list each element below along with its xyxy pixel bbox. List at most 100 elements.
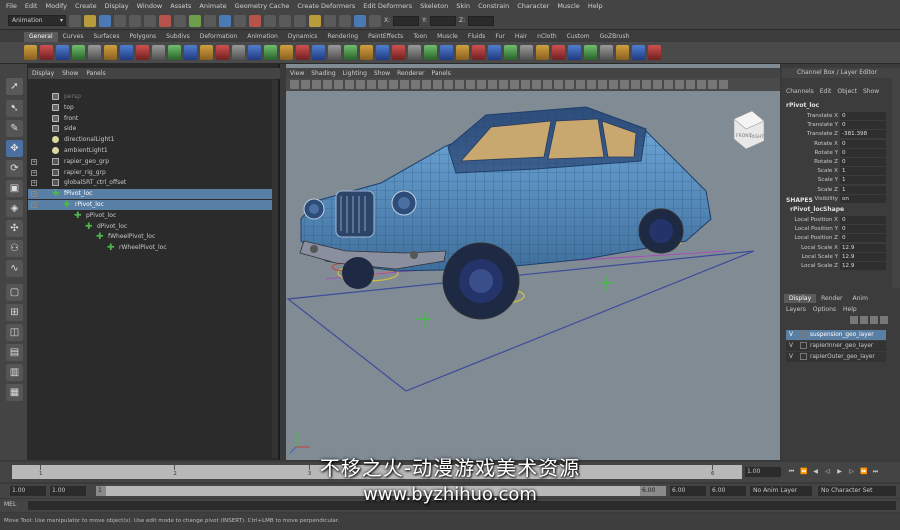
shelf-tool-icon[interactable] (536, 45, 549, 60)
shelf-tool-icon[interactable] (392, 45, 405, 60)
menu-muscle[interactable]: Muscle (557, 2, 580, 10)
viewport-toggle-icon[interactable] (345, 80, 354, 89)
single-pane-layout-icon[interactable]: ▢ (6, 284, 23, 301)
channel-attribute-row[interactable]: Local Scale X 12.9 (782, 243, 886, 253)
expand-icon[interactable]: + (31, 180, 37, 187)
outliner-item[interactable]: ambientLight1 (28, 146, 274, 156)
last-tool-icon[interactable]: ∿ (6, 260, 23, 277)
shelf-tab-surfaces[interactable]: Surfaces (88, 32, 124, 42)
attribute-value[interactable]: 1 (840, 176, 886, 185)
viewport-toggle-icon[interactable] (642, 80, 651, 89)
shelf-tool-icon[interactable] (72, 45, 85, 60)
viewport-toggle-icon[interactable] (378, 80, 387, 89)
shelf-tool-icon[interactable] (248, 45, 261, 60)
expand-icon[interactable]: + (31, 169, 37, 176)
shelf-tool-icon[interactable] (472, 45, 485, 60)
viewport-toggle-icon[interactable] (554, 80, 563, 89)
perspective-viewport[interactable]: View Shading Lighting Show Renderer Panels (286, 64, 780, 460)
shelf-tab-rendering[interactable]: Rendering (322, 32, 363, 42)
shelf-tool-icon[interactable] (280, 45, 293, 60)
menu-edit[interactable]: Edit (25, 2, 38, 10)
viewport-toggle-icon[interactable] (719, 80, 728, 89)
viewport-toggle-icon[interactable] (510, 80, 519, 89)
shelf-tool-icon[interactable] (600, 45, 613, 60)
shelf-tool-icon[interactable] (376, 45, 389, 60)
viewport-toggle-icon[interactable] (444, 80, 453, 89)
snap-point-icon[interactable] (279, 14, 291, 27)
channel-attribute-row[interactable]: Scale Y1 (782, 176, 886, 185)
viewport-toggle-icon[interactable] (532, 80, 541, 89)
menu-display[interactable]: Display (105, 2, 129, 10)
viewport-toggle-icon[interactable] (598, 80, 607, 89)
side-by-side-layout-icon[interactable]: ◫ (6, 324, 23, 341)
viewport-toggle-icon[interactable] (323, 80, 332, 89)
menu-character[interactable]: Character (517, 2, 549, 10)
viewport-toggle-icon[interactable] (631, 80, 640, 89)
viewport-toggle-icon[interactable] (488, 80, 497, 89)
viewport-menu-panels[interactable]: Panels (431, 70, 450, 77)
shelf-tab-subdivs[interactable]: Subdivs (161, 32, 195, 42)
mask-icon[interactable] (174, 14, 186, 27)
lasso-tool-icon[interactable]: ➷ (6, 100, 23, 117)
menu-constrain[interactable]: Constrain (478, 2, 509, 10)
channel-attribute-row[interactable]: Translate Z -381.398 (782, 130, 886, 139)
channel-attribute-row[interactable]: Translate X0 (782, 112, 886, 121)
shelf-tab-muscle[interactable]: Muscle (432, 32, 463, 42)
expand-icon[interactable]: + (31, 158, 37, 165)
outliner-item[interactable]: + rapier_geo_grp (28, 157, 274, 167)
y-field[interactable] (430, 15, 457, 26)
select-component-icon[interactable] (144, 14, 156, 27)
shelf-tool-icon[interactable] (488, 45, 501, 60)
save-scene-icon[interactable] (99, 14, 111, 27)
rotate-tool-icon[interactable]: ⟳ (6, 160, 23, 177)
shelf-tool-icon[interactable] (152, 45, 165, 60)
menu-window[interactable]: Window (137, 2, 163, 10)
channel-box-side-tab[interactable] (892, 68, 900, 288)
viewport-menu-shading[interactable]: Shading (311, 70, 335, 77)
select-hierarchy-icon[interactable] (114, 14, 126, 27)
layer-tab-display[interactable]: Display (784, 294, 817, 303)
outliner-item[interactable]: front (28, 114, 274, 124)
shelf-tool-icon[interactable] (56, 45, 69, 60)
viewport-menu-show[interactable]: Show (374, 70, 390, 77)
attribute-value[interactable]: 0 (840, 148, 886, 157)
shelf-tool-icon[interactable] (24, 45, 37, 60)
layer-menu-help[interactable]: Help (843, 306, 857, 313)
persp-outliner-layout-icon[interactable]: ▤ (6, 344, 23, 361)
viewport-toggle-icon[interactable] (664, 80, 673, 89)
shelf-tab-hair[interactable]: Hair (510, 32, 532, 42)
menu-set-dropdown[interactable]: Animation (8, 15, 66, 26)
viewport-toggle-icon[interactable] (301, 80, 310, 89)
attribute-value[interactable]: 12.9 (840, 252, 886, 261)
outliner-item[interactable]: - ✚ fPivot_loc (28, 189, 274, 200)
scale-tool-icon[interactable]: ▣ (6, 180, 23, 197)
channel-attribute-row[interactable]: Scale X1 (782, 167, 886, 176)
viewport-toggle-icon[interactable] (422, 80, 431, 89)
viewport-toggle-icon[interactable] (334, 80, 343, 89)
shelf-tool-icon[interactable] (440, 45, 453, 60)
attribute-value[interactable]: 0 (840, 216, 886, 224)
viewport-toggle-icon[interactable] (290, 80, 299, 89)
viewport-toggle-icon[interactable] (367, 80, 376, 89)
channel-attribute-row[interactable]: Local Scale Z 12.9 (782, 262, 886, 271)
shelf-tool-icon[interactable] (360, 45, 373, 60)
shelf-tool-icon[interactable] (520, 45, 533, 60)
attribute-value[interactable]: 1 (840, 185, 886, 194)
viewport-toggle-icon[interactable] (653, 80, 662, 89)
layer-menu-layers[interactable]: Layers (786, 306, 806, 313)
menu-skin[interactable]: Skin (456, 2, 470, 10)
viewport-toggle-icon[interactable] (477, 80, 486, 89)
viewport-toggle-icon[interactable] (708, 80, 717, 89)
shelf-tool-icon[interactable] (200, 45, 213, 60)
menu-modify[interactable]: Modify (45, 2, 67, 10)
viewport-menu-view[interactable]: View (290, 70, 304, 77)
collapse-icon[interactable]: - (31, 202, 37, 208)
shelf-tool-icon[interactable] (648, 45, 661, 60)
shelf-tab-curves[interactable]: Curves (58, 32, 89, 42)
layer-visibility-toggle[interactable]: V (789, 330, 793, 340)
shelf-tab-polygons[interactable]: Polygons (124, 32, 161, 42)
channel-attribute-row[interactable]: Local Scale Y 12.9 (782, 252, 886, 262)
channel-menu-channels[interactable]: Channels (786, 88, 814, 98)
layer-tab-render[interactable]: Render (816, 294, 847, 303)
attribute-value[interactable]: on (840, 194, 886, 203)
